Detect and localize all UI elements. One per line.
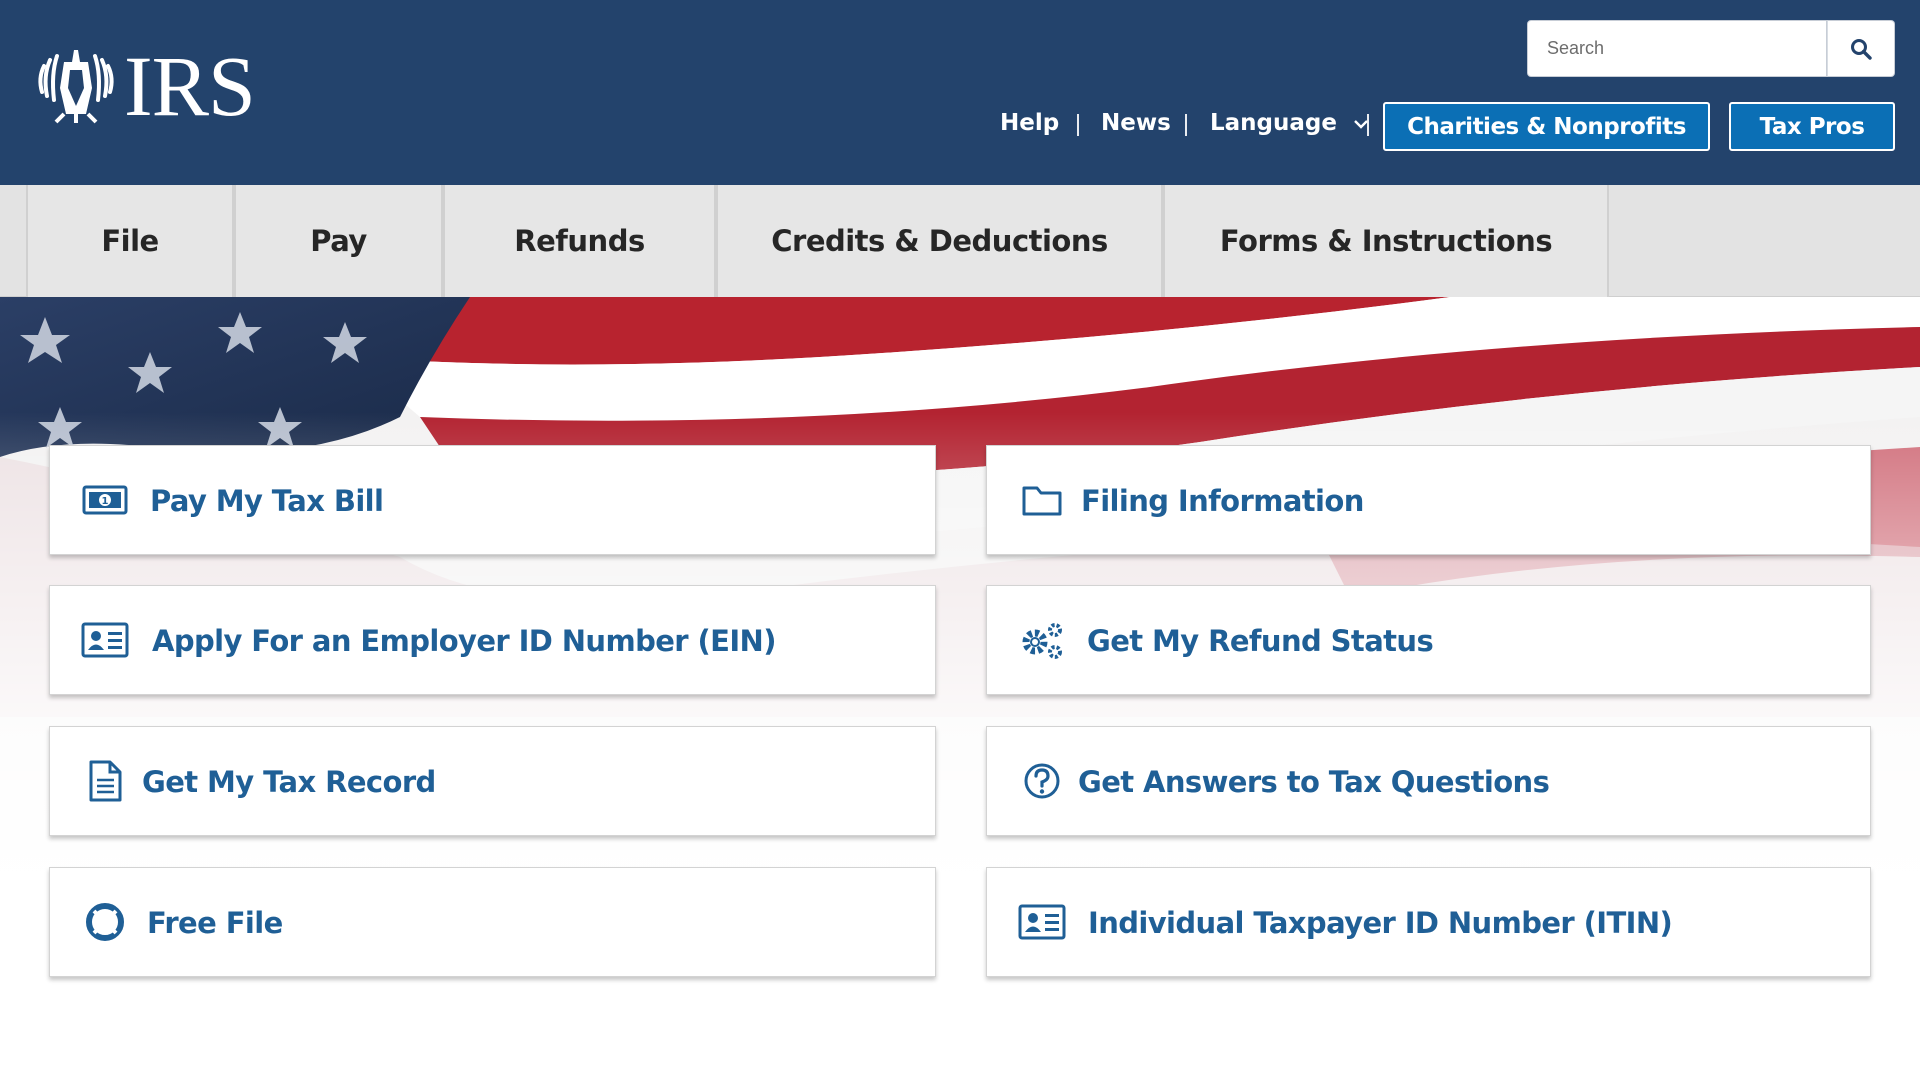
card-pay-my-tax-bill[interactable]: 1 Pay My Tax Bill <box>49 445 936 555</box>
search-button[interactable] <box>1827 20 1895 77</box>
card-label: Get My Refund Status <box>1087 624 1434 658</box>
life-ring-icon <box>81 902 129 942</box>
card-tax-record[interactable]: Get My Tax Record <box>49 726 936 836</box>
main-navigation: File Pay Refunds Credits & Deductions Fo… <box>0 185 1920 297</box>
card-label: Get Answers to Tax Questions <box>1078 765 1550 799</box>
id-card-icon <box>1018 902 1066 942</box>
question-circle-icon <box>1018 761 1066 801</box>
card-label: Get My Tax Record <box>142 765 436 799</box>
svg-text:1: 1 <box>102 496 109 507</box>
card-label: Individual Taxpayer ID Number (ITIN) <box>1088 906 1673 940</box>
card-itin[interactable]: Individual Taxpayer ID Number (ITIN) <box>986 867 1871 977</box>
logo-text: IRS <box>124 38 256 134</box>
charities-nonprofits-button[interactable]: Charities & Nonprofits <box>1383 102 1710 151</box>
separator <box>1185 114 1187 136</box>
irs-logo[interactable]: IRS <box>34 43 256 129</box>
card-apply-ein[interactable]: Apply For an Employer ID Number (EIN) <box>49 585 936 695</box>
card-refund-status[interactable]: Get My Refund Status <box>986 585 1871 695</box>
id-card-icon <box>81 620 129 660</box>
tax-pros-button[interactable]: Tax Pros <box>1729 102 1895 151</box>
language-dropdown[interactable]: Language <box>1210 110 1369 136</box>
money-bill-icon: 1 <box>81 480 129 520</box>
language-label: Language <box>1210 110 1337 136</box>
gears-icon <box>1018 620 1066 660</box>
card-filing-information[interactable]: Filing Information <box>986 445 1871 555</box>
help-link[interactable]: Help <box>1000 110 1059 136</box>
card-label: Apply For an Employer ID Number (EIN) <box>152 624 776 658</box>
tab-pay[interactable]: Pay <box>234 185 443 297</box>
card-free-file[interactable]: Free File <box>49 867 936 977</box>
search-box <box>1527 20 1895 77</box>
tab-forms-instructions[interactable]: Forms & Instructions <box>1163 185 1609 297</box>
tab-credits-deductions[interactable]: Credits & Deductions <box>716 185 1163 297</box>
separator <box>1367 114 1369 136</box>
card-label: Free File <box>147 906 283 940</box>
tab-refunds[interactable]: Refunds <box>443 185 716 297</box>
document-icon <box>81 760 129 802</box>
site-header: IRS Help News Language Charities & Nonpr… <box>0 0 1920 185</box>
search-input[interactable] <box>1527 20 1827 77</box>
folder-icon <box>1018 480 1066 520</box>
card-tax-questions[interactable]: Get Answers to Tax Questions <box>986 726 1871 836</box>
separator <box>1077 114 1079 136</box>
tab-file[interactable]: File <box>26 185 234 297</box>
search-icon <box>1851 38 1872 60</box>
eagle-icon <box>38 50 114 124</box>
card-label: Filing Information <box>1081 484 1364 518</box>
card-label: Pay My Tax Bill <box>150 484 384 518</box>
news-link[interactable]: News <box>1101 110 1171 136</box>
